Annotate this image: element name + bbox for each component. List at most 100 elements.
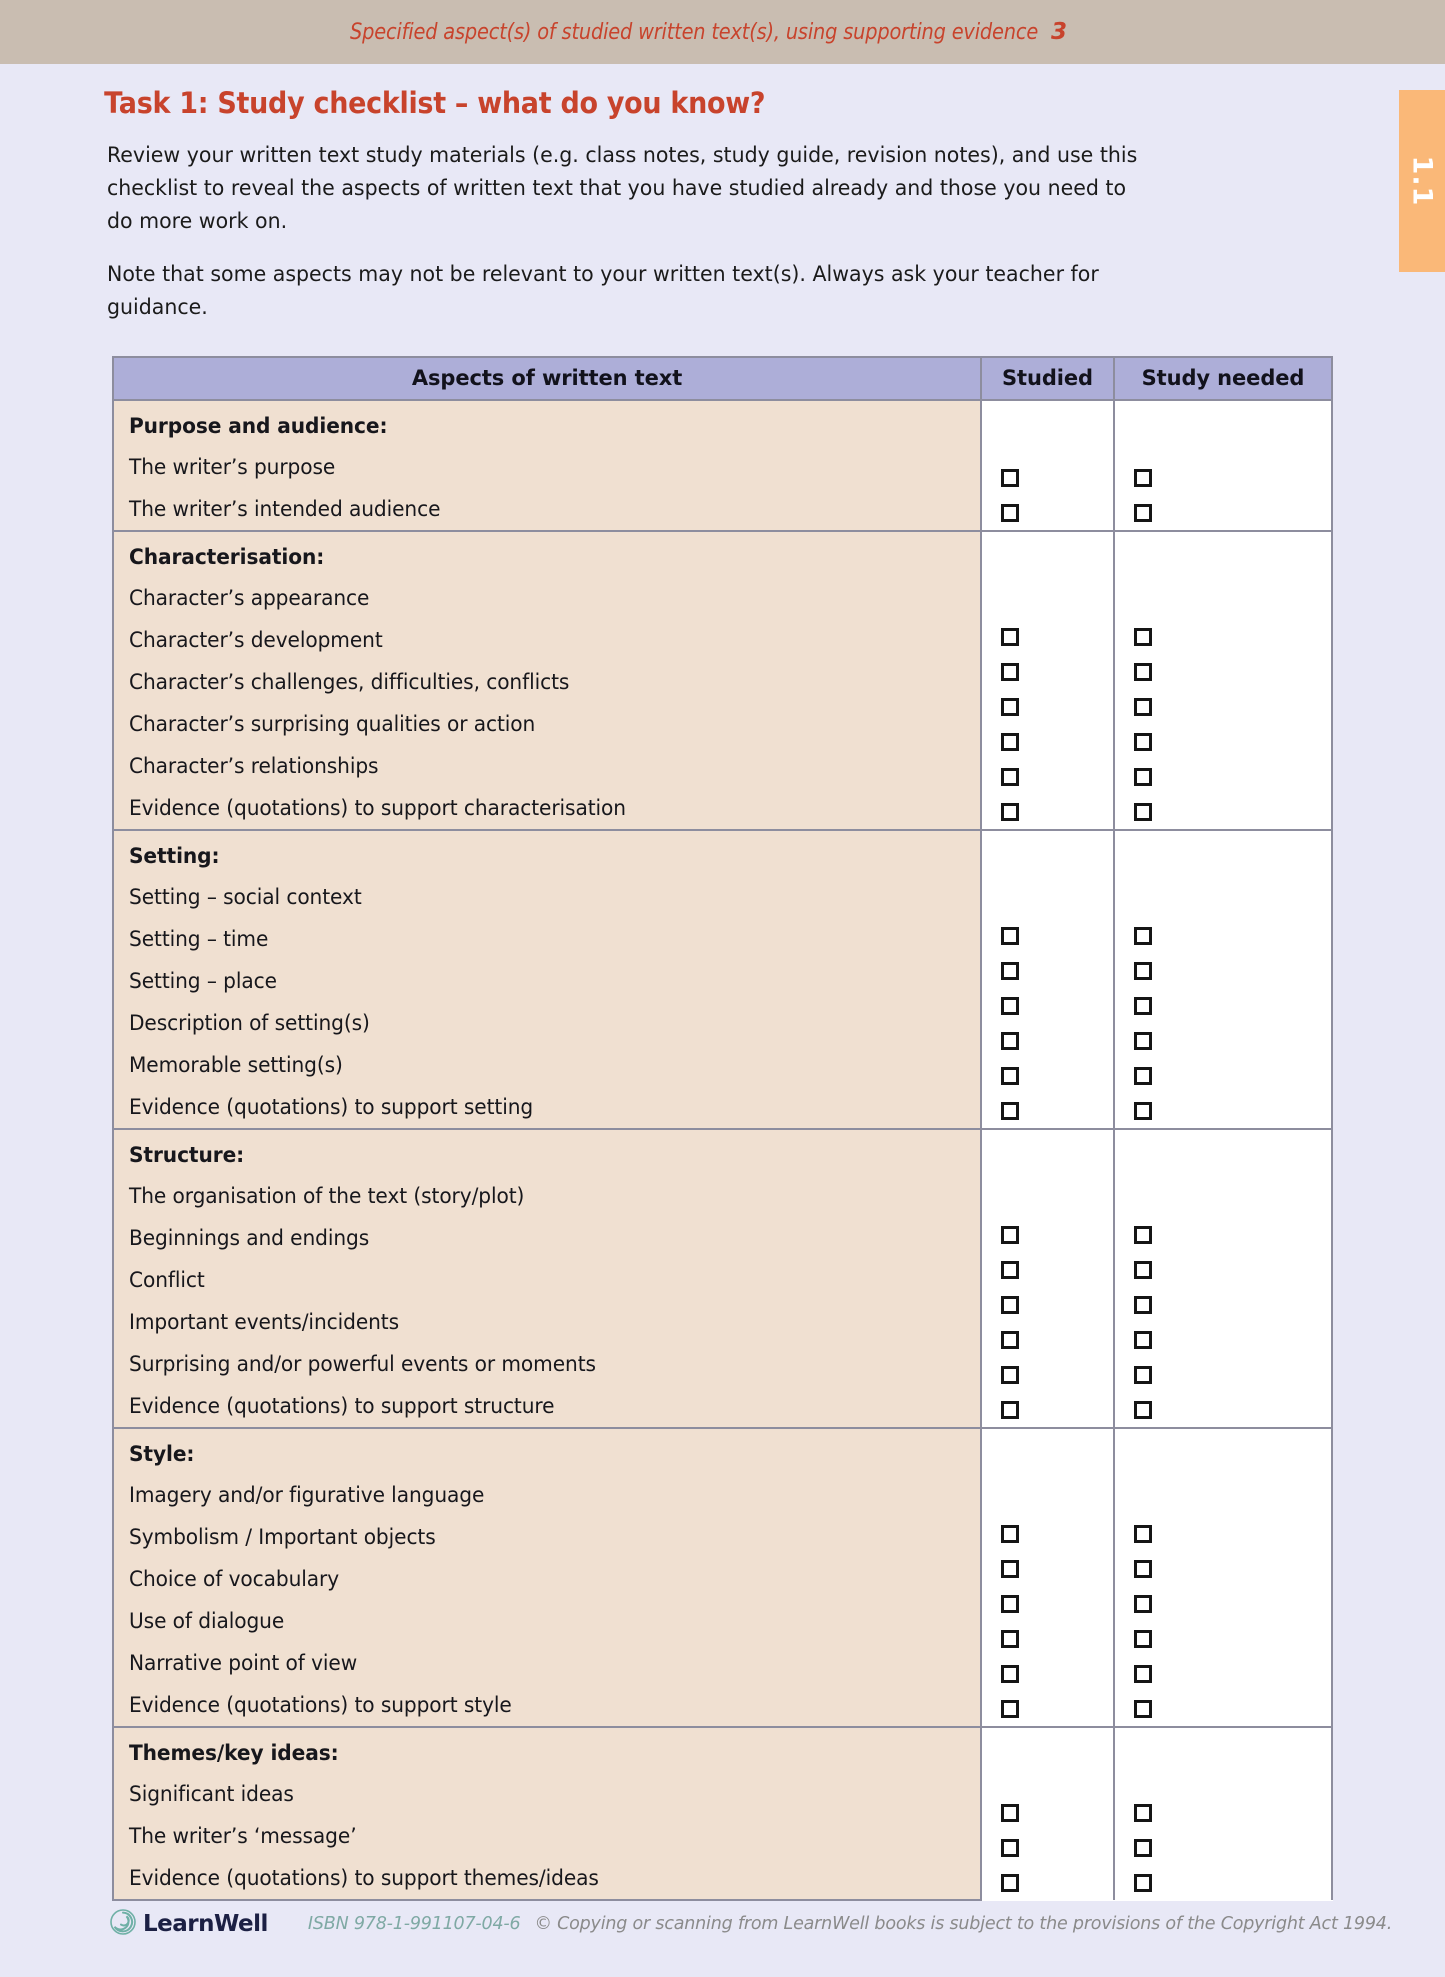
aspect-text: Narrative point of view <box>129 1651 358 1675</box>
study-needed-checkbox[interactable] <box>1134 1838 1152 1857</box>
aspect-text: The writer’s intended audience <box>129 497 441 521</box>
study-needed-checkbox[interactable] <box>1134 468 1152 487</box>
study-needed-checkbox[interactable] <box>1134 1330 1152 1349</box>
studied-checkbox[interactable] <box>1001 1699 1019 1718</box>
studied-checkbox[interactable] <box>1001 1101 1019 1120</box>
studied-checkbox[interactable] <box>1001 1629 1019 1648</box>
study-needed-checkbox[interactable] <box>1134 1873 1152 1892</box>
studied-checkbox[interactable] <box>1001 1594 1019 1613</box>
studied-checkbox[interactable] <box>1001 926 1019 945</box>
study-needed-checkbox[interactable] <box>1134 926 1152 945</box>
study-needed-checkbox[interactable] <box>1134 1066 1152 1085</box>
study-needed-checkbox[interactable] <box>1134 1365 1152 1384</box>
study-needed-column-cell <box>1113 530 1333 830</box>
aspect-label: Setting – time <box>112 918 982 960</box>
studied-checkbox[interactable] <box>1001 1260 1019 1279</box>
section-heading-row: Style: <box>112 1427 1333 1727</box>
study-needed-checkbox[interactable] <box>1134 1260 1152 1279</box>
studied-checkbox[interactable] <box>1001 697 1019 716</box>
studied-checkbox[interactable] <box>1001 961 1019 980</box>
studied-checkbox[interactable] <box>1001 1225 1019 1244</box>
aspect-text: Important events/incidents <box>129 1310 400 1334</box>
aspect-label: Description of setting(s) <box>112 1002 982 1044</box>
aspect-label: Character’s surprising qualities or acti… <box>112 703 982 745</box>
section-heading-text: Themes/key ideas: <box>129 1741 339 1765</box>
aspect-label: The organisation of the text (story/plot… <box>112 1175 982 1217</box>
section-heading-row: Purpose and audience: <box>112 399 1333 531</box>
aspect-label: Character’s appearance <box>112 577 982 619</box>
study-needed-checkbox[interactable] <box>1134 1295 1152 1314</box>
checklist-section: Style: Imagery and/or figurative language… <box>112 1427 1333 1728</box>
aspect-label: Important events/incidents <box>112 1301 982 1343</box>
studied-checkbox[interactable] <box>1001 732 1019 751</box>
study-needed-checkbox[interactable] <box>1134 996 1152 1015</box>
section-heading: Setting: <box>112 829 982 876</box>
intro-paragraph-2: Note that some aspects may not be releva… <box>106 262 1099 320</box>
study-needed-checkbox[interactable] <box>1134 1225 1152 1244</box>
studied-checkbox[interactable] <box>1001 1873 1019 1892</box>
aspect-text: Evidence (quotations) to support structu… <box>129 1394 555 1418</box>
section-heading: Characterisation: <box>112 530 982 577</box>
aspect-text: Character’s challenges, difficulties, co… <box>129 670 570 694</box>
aspect-label: The writer’s ‘message’ <box>112 1815 982 1857</box>
study-needed-checkbox[interactable] <box>1134 1594 1152 1613</box>
study-needed-checkbox[interactable] <box>1134 503 1152 522</box>
study-needed-checkbox[interactable] <box>1134 1559 1152 1578</box>
page-number: 3 <box>1050 19 1067 45</box>
studied-checkbox[interactable] <box>1001 662 1019 681</box>
study-needed-checkbox[interactable] <box>1134 1400 1152 1419</box>
study-needed-column-cell <box>1113 829 1333 1129</box>
aspect-text: Character’s appearance <box>129 586 370 610</box>
studied-column-cell <box>980 530 1114 830</box>
aspect-text: Imagery and/or figurative language <box>129 1483 485 1507</box>
study-needed-checkbox[interactable] <box>1134 1101 1152 1120</box>
aspect-text: Character’s development <box>129 628 383 652</box>
studied-checkbox[interactable] <box>1001 1365 1019 1384</box>
study-needed-checkbox[interactable] <box>1134 1031 1152 1050</box>
checklist-section: Setting: Setting – social context Setting … <box>112 829 1333 1130</box>
studied-checkbox[interactable] <box>1001 1803 1019 1822</box>
aspect-label: Setting – place <box>112 960 982 1002</box>
study-needed-checkbox[interactable] <box>1134 961 1152 980</box>
studied-checkbox[interactable] <box>1001 1559 1019 1578</box>
study-needed-checkbox[interactable] <box>1134 697 1152 716</box>
study-needed-checkbox[interactable] <box>1134 1699 1152 1718</box>
study-needed-checkbox[interactable] <box>1134 732 1152 751</box>
checklist-section: Purpose and audience: The writer’s purpos… <box>112 399 1333 532</box>
studied-checkbox[interactable] <box>1001 1031 1019 1050</box>
studied-checkbox[interactable] <box>1001 503 1019 522</box>
studied-checkbox[interactable] <box>1001 468 1019 487</box>
page-body: Task 1: Study checklist – what do you kn… <box>0 64 1445 1901</box>
studied-checkbox[interactable] <box>1001 1066 1019 1085</box>
study-needed-checkbox[interactable] <box>1134 627 1152 646</box>
header-row: Aspects of written text Studied Study ne… <box>112 356 1333 401</box>
studied-checkbox[interactable] <box>1001 767 1019 786</box>
studied-checkbox[interactable] <box>1001 1664 1019 1683</box>
section-heading-row: Structure: <box>112 1128 1333 1428</box>
studied-checkbox[interactable] <box>1001 1400 1019 1419</box>
studied-checkbox[interactable] <box>1001 996 1019 1015</box>
aspect-label: Symbolism / Important objects <box>112 1516 982 1558</box>
aspect-text: Evidence (quotations) to support setting <box>129 1095 534 1119</box>
study-needed-checkbox[interactable] <box>1134 767 1152 786</box>
section-heading: Purpose and audience: <box>112 399 982 446</box>
study-needed-checkbox[interactable] <box>1134 1524 1152 1543</box>
study-needed-checkbox[interactable] <box>1134 1629 1152 1648</box>
studied-checkbox[interactable] <box>1001 1330 1019 1349</box>
study-needed-checkbox[interactable] <box>1134 662 1152 681</box>
aspect-label: Evidence (quotations) to support structu… <box>112 1385 982 1429</box>
section-heading-text: Characterisation: <box>129 545 325 569</box>
study-needed-column-cell <box>1113 1128 1333 1428</box>
study-needed-checkbox[interactable] <box>1134 1664 1152 1683</box>
studied-checkbox[interactable] <box>1001 802 1019 821</box>
studied-checkbox[interactable] <box>1001 1838 1019 1857</box>
study-needed-checkbox[interactable] <box>1134 802 1152 821</box>
study-needed-checkbox[interactable] <box>1134 1803 1152 1822</box>
studied-column-cell <box>980 1726 1114 1900</box>
studied-checkbox[interactable] <box>1001 1524 1019 1543</box>
aspect-label: Use of dialogue <box>112 1600 982 1642</box>
aspect-text: The writer’s ‘message’ <box>129 1824 357 1848</box>
aspect-text: The writer’s purpose <box>129 455 336 479</box>
studied-checkbox[interactable] <box>1001 1295 1019 1314</box>
studied-checkbox[interactable] <box>1001 627 1019 646</box>
